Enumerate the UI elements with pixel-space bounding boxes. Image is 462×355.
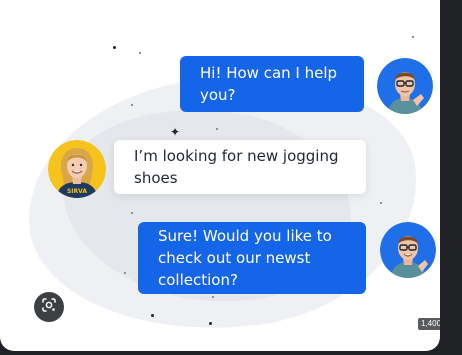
svg-text:SIRVA: SIRVA bbox=[67, 188, 87, 195]
decor-dot bbox=[380, 202, 382, 204]
user-avatar: SIRVA bbox=[48, 140, 106, 198]
decor-dot bbox=[209, 322, 212, 325]
decor-dot bbox=[412, 36, 414, 38]
decor-dot bbox=[151, 314, 154, 317]
decor-dot bbox=[131, 212, 133, 214]
decor-dot bbox=[124, 272, 126, 274]
image-preview-card[interactable]: ✦ Hi! How can I help you? SIRVA I’m look… bbox=[0, 0, 440, 351]
image-dimensions-badge: 1,400 × 9 bbox=[418, 318, 440, 330]
agent-message-bubble: Sure! Would you like to check out our ne… bbox=[138, 222, 366, 294]
agent-avatar bbox=[380, 222, 436, 278]
decor-dot bbox=[131, 104, 133, 106]
message-text: Sure! Would you like to check out our ne… bbox=[158, 227, 332, 289]
message-text: I’m looking for new jogging shoes bbox=[134, 147, 339, 187]
agent-avatar bbox=[377, 58, 433, 114]
sparkle-icon: ✦ bbox=[170, 125, 181, 139]
message-text: Hi! How can I help you? bbox=[200, 64, 338, 104]
user-message-bubble: I’m looking for new jogging shoes bbox=[114, 140, 366, 194]
decor-dot bbox=[139, 52, 141, 54]
google-lens-button[interactable] bbox=[34, 292, 64, 322]
agent-message-bubble: Hi! How can I help you? bbox=[180, 56, 364, 112]
google-lens-icon bbox=[41, 297, 57, 318]
decor-dot bbox=[216, 128, 218, 130]
decor-dot bbox=[113, 46, 116, 49]
decor-dot bbox=[212, 296, 214, 298]
